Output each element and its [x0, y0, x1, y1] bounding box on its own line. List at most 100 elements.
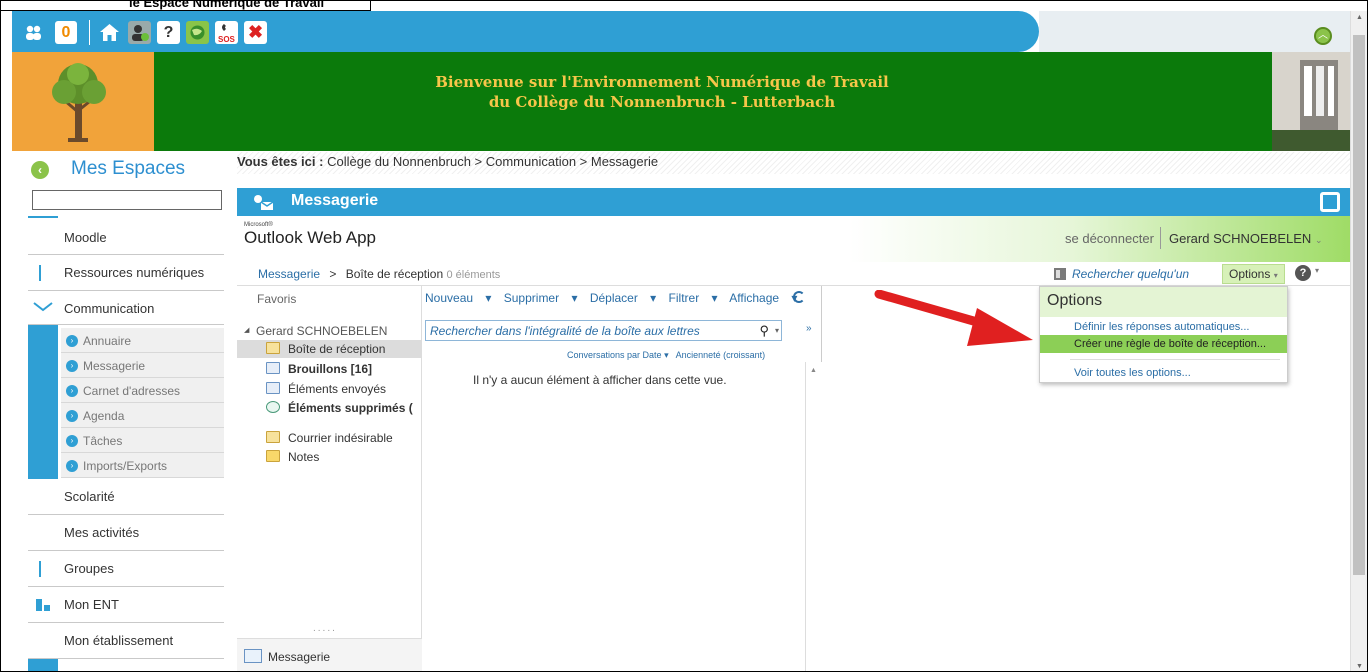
folder-notes[interactable]: Notes [237, 448, 422, 466]
banner-title: Bienvenue sur l'Environnement Numérique … [332, 72, 992, 112]
sidebar-search-input[interactable] [32, 190, 222, 210]
folder-inbox[interactable]: Boîte de réception [237, 340, 422, 358]
sidebar-subitem-label: Annuaire [83, 334, 132, 348]
sidebar-item-moodle[interactable]: Moodle [28, 218, 224, 255]
back-arrow-icon[interactable]: ‹ [31, 161, 49, 179]
toolbar-separator [89, 20, 90, 45]
scroll-up-icon[interactable]: ▲ [810, 367, 817, 374]
pane-resize-dots[interactable]: ..... [313, 623, 337, 634]
header-divider [1160, 227, 1161, 249]
messaging-icon [252, 193, 274, 216]
owa-nav-row: Messagerie > Boîte de réception 0 élémen… [237, 262, 1350, 286]
notification-counter[interactable]: 0 [55, 21, 77, 44]
scrollbar-thumb[interactable] [1353, 35, 1365, 575]
messagerie-tab-label: Messagerie [268, 650, 331, 664]
sidebar-subitem-imports[interactable]: › Imports/Exports [61, 453, 224, 478]
help-icon[interactable]: ? [1295, 265, 1311, 281]
collapse-triangle-icon: ◢ [244, 327, 250, 334]
chevron-right-icon: › [66, 360, 78, 372]
folder-drafts[interactable]: Brouillons [16] [237, 360, 422, 378]
sidebar-subitem-agenda[interactable]: › Agenda [61, 403, 224, 428]
sidebar-item-label: Communication [64, 301, 155, 316]
crumb-root-link[interactable]: Messagerie [258, 267, 320, 281]
mes-espaces-header[interactable]: ‹ Mes Espaces [28, 157, 228, 187]
delete-button[interactable]: Supprimer ▾ [504, 291, 578, 305]
scroll-down-icon[interactable]: ▼ [1356, 663, 1363, 670]
sidebar-item-communication[interactable]: Communication [28, 291, 224, 325]
expand-search-icon[interactable]: » [806, 323, 812, 334]
user-menu[interactable]: Gerard SCHNOEBELEN ⌄ [1169, 231, 1323, 246]
mailbox-owner-label: Gerard SCHNOEBELEN [256, 324, 388, 338]
sidebar-item-mes-activites[interactable]: Mes activités [28, 515, 224, 551]
chevron-down-icon[interactable]: ▾ [775, 326, 779, 335]
options-button[interactable]: Options ▾ [1222, 264, 1285, 284]
account-icon[interactable] [128, 21, 151, 44]
folder-sent[interactable]: Éléments envoyés [237, 380, 422, 398]
view-button-label: Affichage [729, 291, 780, 305]
folder-junk[interactable]: Courrier indésirable [237, 429, 422, 447]
users-icon[interactable] [22, 21, 45, 44]
owa-breadcrumb: Messagerie > Boîte de réception 0 élémen… [258, 267, 500, 281]
globe-icon[interactable] [186, 21, 209, 44]
sidebar-subitem-carnet[interactable]: › Carnet d'adresses [61, 378, 224, 403]
filter-button[interactable]: Filtrer ▾ [669, 291, 718, 305]
chevron-down-icon[interactable]: ▾ [1315, 266, 1319, 275]
fullscreen-icon[interactable] [1320, 192, 1340, 212]
folder-deleted[interactable]: Éléments supprimés ( [237, 399, 422, 417]
breadcrumb-path[interactable]: Collège du Nonnenbruch > Communication >… [327, 154, 658, 169]
list-scrollbar[interactable]: ▲ [805, 362, 822, 671]
sidebar-item-ressources[interactable]: Ressources numériques [28, 255, 224, 291]
welcome-banner: Bienvenue sur l'Environnement Numérique … [12, 52, 1350, 151]
folder-label: Brouillons [16] [288, 362, 373, 376]
options-dropdown: Options Définir les réponses automatique… [1039, 286, 1288, 383]
search-people-link[interactable]: Rechercher quelqu'un [1072, 267, 1189, 281]
sidebar-item-label: Mes activités [64, 525, 140, 540]
sidebar-item-groupes[interactable]: Groupes [28, 551, 224, 587]
menu-item-create-rule[interactable]: Créer une règle de boîte de réception... [1040, 335, 1287, 353]
move-button[interactable]: Déplacer ▾ [590, 291, 656, 305]
sidebar-item-label: Ressources numériques [64, 265, 205, 280]
sidebar-subitem-annuaire[interactable]: › Annuaire [61, 328, 224, 353]
folder-pane: Favoris ◢ Gerard SCHNOEBELEN Boîte de ré… [237, 286, 422, 671]
new-button[interactable]: Nouveau ▾ [425, 291, 491, 305]
view-button[interactable]: Affichage ▾ [729, 291, 797, 305]
mailbox-search-input[interactable]: Rechercher dans l'intégralité de la boît… [425, 320, 782, 341]
sidebar-item-mon-etablissement[interactable]: Mon établissement [28, 623, 224, 659]
home-icon[interactable] [98, 21, 121, 44]
address-book-icon[interactable] [1053, 267, 1067, 284]
home-icon [28, 623, 58, 658]
sort-bar: Conversations par Date ▾ Ancienneté (cro… [567, 350, 765, 361]
refresh-icon[interactable] [793, 291, 805, 303]
menu-item-auto-replies[interactable]: Définir les réponses automatiques... [1040, 318, 1287, 336]
groups-icon [28, 551, 58, 586]
resources-icon [28, 255, 58, 290]
folder-label: Courrier indésirable [288, 431, 393, 445]
collapse-up-icon[interactable]: ︿ [1314, 27, 1332, 45]
sidebar-subitem-taches[interactable]: › Tâches [61, 428, 224, 453]
chevron-right-icon: › [66, 435, 78, 447]
page-scrollbar[interactable]: ▲ ▼ [1350, 11, 1367, 671]
sort-by-link[interactable]: Conversations par Date ▾ [567, 350, 669, 360]
close-icon[interactable]: ✖ [244, 21, 267, 44]
top-toolbar: 0 ? SOS ✖ [12, 11, 1039, 52]
messagerie-nav-tab[interactable]: ..... Messagerie [237, 623, 422, 671]
sidebar-subitem-label: Agenda [83, 409, 125, 423]
logout-link[interactable]: se déconnecter [1065, 231, 1154, 246]
banner-line-1: Bienvenue sur l'Environnement Numérique … [435, 73, 889, 91]
sidebar-subitem-label: Imports/Exports [83, 459, 168, 473]
sidebar-item-mon-ent[interactable]: Mon ENT [28, 587, 224, 623]
sidebar-item-label: Moodle [64, 230, 107, 245]
sort-order-link[interactable]: Ancienneté (croissant) [676, 350, 766, 360]
sos-icon[interactable]: SOS [215, 21, 238, 44]
notes-folder-icon [266, 450, 280, 462]
favorites-header[interactable]: Favoris [257, 292, 296, 306]
mailbox-owner[interactable]: ◢ Gerard SCHNOEBELEN [237, 322, 422, 340]
sidebar-subitem-messagerie[interactable]: › Messagerie [61, 353, 224, 378]
menu-item-all-options[interactable]: Voir toutes les options... [1040, 364, 1287, 382]
help-icon[interactable]: ? [157, 21, 180, 44]
search-icon[interactable]: ⚲ [759, 323, 769, 339]
red-arrow-annotation [873, 289, 1035, 353]
toolbar-right-area [1039, 11, 1350, 52]
scroll-up-icon[interactable]: ▲ [1356, 14, 1363, 21]
sidebar-item-scolarite[interactable]: Scolarité [28, 479, 224, 515]
